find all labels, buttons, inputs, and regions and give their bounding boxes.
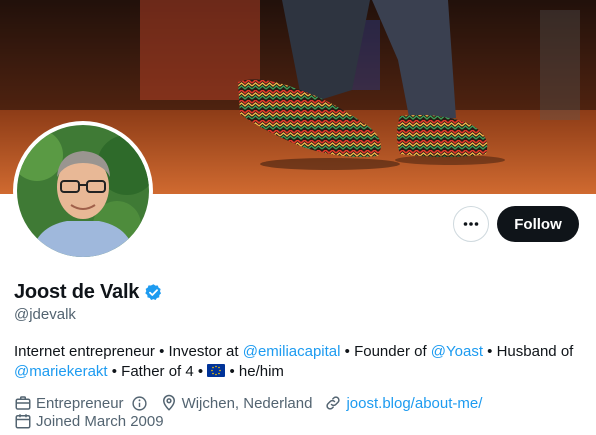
follow-button[interactable]: Follow [497, 206, 579, 242]
joined-text: Joined March 2009 [36, 412, 164, 430]
verified-badge-icon[interactable] [144, 283, 163, 302]
more-options-button[interactable] [453, 206, 489, 242]
more-options-icon [463, 222, 479, 226]
calendar-icon [15, 414, 31, 429]
bio-text: • Husband of [483, 343, 574, 360]
mention-link[interactable]: @mariekerakt [14, 363, 108, 380]
location-pin-icon [162, 394, 175, 411]
joined-item: Joined March 2009 [14, 412, 164, 430]
mention-link[interactable]: @Yoast [431, 343, 483, 360]
avatar-frame[interactable] [13, 121, 153, 261]
joined-row: Joined March 2009 [14, 412, 176, 430]
location-item: Wijchen, Nederland [160, 394, 313, 412]
name-row: Joost de Valk [14, 281, 163, 304]
avatar-image [17, 125, 149, 257]
avatar[interactable] [17, 125, 149, 257]
eu-flag-icon [207, 364, 226, 377]
mention-link[interactable]: @emiliacapital [243, 343, 341, 360]
website-link[interactable]: joost.blog/about-me/ [346, 395, 482, 412]
briefcase-icon [15, 396, 31, 410]
bio-text: • he/him [225, 363, 284, 380]
bio: Internet entrepreneur • Investor at @emi… [14, 342, 584, 382]
profession-item: Entrepreneur [14, 394, 148, 412]
display-name: Joost de Valk [14, 281, 140, 303]
bio-text: • Founder of [340, 343, 431, 360]
link-icon [326, 396, 341, 410]
location-text: Wijchen, Nederland [181, 394, 313, 412]
bio-text: • Father of 4 • [107, 363, 208, 380]
bio-text: Internet entrepreneur • Investor at [14, 343, 243, 360]
profile-meta: Entrepreneur Wijchen, Nederland joost.bl… [14, 394, 494, 412]
info-icon[interactable] [131, 395, 148, 412]
user-handle: @jdevalk [14, 306, 76, 323]
website-item: joost.blog/about-me/ [324, 394, 482, 412]
profession-text: Entrepreneur [36, 394, 124, 412]
